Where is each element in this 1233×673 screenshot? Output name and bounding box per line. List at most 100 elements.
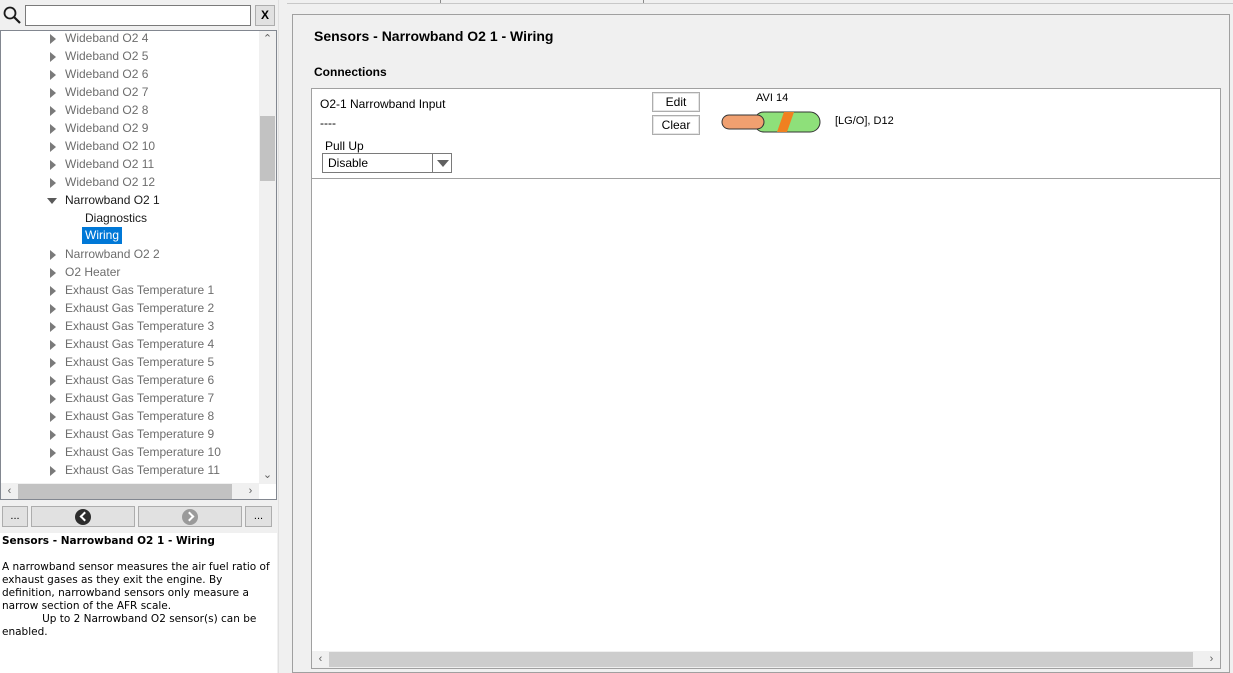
scroll-down-arrow-icon[interactable]: ⌄ <box>259 467 276 484</box>
edit-button[interactable]: Edit <box>652 92 700 112</box>
tree-item-label: Wideband O2 6 <box>65 67 149 81</box>
navigation-panel: X Wideband O2 4 Wideband O2 5 Wideband O2 … <box>0 0 278 673</box>
tree-item[interactable]: Exhaust Gas Temperature 4 <box>1 335 259 353</box>
connections-heading: Connections <box>314 65 387 79</box>
page-title: Sensors - Narrowband O2 1 - Wiring <box>314 28 554 44</box>
tree-item[interactable]: Wideband O2 11 <box>1 155 259 173</box>
tree-item-label: Exhaust Gas Temperature 3 <box>65 319 215 333</box>
chevron-down-icon[interactable] <box>432 154 451 172</box>
scroll-right-arrow-icon[interactable]: › <box>1203 651 1220 668</box>
tree-horizontal-scrollbar[interactable]: ‹ › <box>1 483 259 499</box>
scroll-left-arrow-icon[interactable]: ‹ <box>312 651 329 668</box>
search-icon[interactable] <box>2 5 22 25</box>
tree-item-label: Exhaust Gas Temperature 1 <box>65 283 215 297</box>
tree-item[interactable]: Exhaust Gas Temperature 1 <box>1 281 259 299</box>
back-arrow-icon <box>75 509 91 525</box>
collapsed-arrow-icon[interactable] <box>50 448 56 458</box>
tree-item[interactable]: Wideband O2 4 <box>1 31 259 47</box>
tree-item-label: Wideband O2 12 <box>65 175 156 189</box>
collapsed-arrow-icon[interactable] <box>50 430 56 440</box>
tab-strip <box>287 0 1233 4</box>
collapsed-arrow-icon[interactable] <box>50 268 56 278</box>
tree-item[interactable]: Exhaust Gas Temperature 2 <box>1 299 259 317</box>
pull-up-value: Disable <box>328 156 369 170</box>
collapsed-arrow-icon[interactable] <box>50 52 56 62</box>
collapsed-arrow-icon[interactable] <box>50 340 56 350</box>
tree-item[interactable]: Exhaust Gas Temperature 9 <box>1 425 259 443</box>
collapsed-arrow-icon[interactable] <box>50 142 56 152</box>
clear-search-button[interactable]: X <box>255 5 275 26</box>
content-panel: Sensors - Narrowband O2 1 - Wiring Conne… <box>292 14 1230 673</box>
collapsed-arrow-icon[interactable] <box>50 88 56 98</box>
collapsed-arrow-icon[interactable] <box>50 322 56 332</box>
more-left-button[interactable]: ... <box>2 506 28 527</box>
collapsed-arrow-icon[interactable] <box>50 466 56 476</box>
expanded-arrow-icon[interactable] <box>47 198 57 204</box>
forward-arrow-icon <box>182 509 198 525</box>
collapsed-arrow-icon[interactable] <box>50 124 56 134</box>
tree-vertical-scroll-thumb[interactable] <box>260 116 275 181</box>
collapsed-arrow-icon[interactable] <box>50 394 56 404</box>
tree-item-label: Exhaust Gas Temperature 9 <box>65 427 215 441</box>
back-button[interactable] <box>31 506 135 527</box>
connections-scroll-thumb[interactable] <box>329 652 1193 667</box>
tree-item[interactable]: Exhaust Gas Temperature 3 <box>1 317 259 335</box>
collapsed-arrow-icon[interactable] <box>50 34 56 44</box>
collapsed-arrow-icon[interactable] <box>50 412 56 422</box>
tab-divider <box>440 0 441 3</box>
collapsed-arrow-icon[interactable] <box>50 286 56 296</box>
tree-item[interactable]: Wideband O2 8 <box>1 101 259 119</box>
tree-item[interactable]: Wideband O2 10 <box>1 137 259 155</box>
input-name: O2-1 Narrowband Input <box>320 97 446 111</box>
pull-up-label: Pull Up <box>325 139 364 153</box>
tree-item-label: Narrowband O2 1 <box>65 193 160 207</box>
scroll-right-arrow-icon[interactable]: › <box>242 483 259 499</box>
tree-item[interactable]: Wideband O2 7 <box>1 83 259 101</box>
connection-row: O2-1 Narrowband Input ---- Pull Up Disab… <box>312 89 1220 179</box>
tree-view: Wideband O2 4 Wideband O2 5 Wideband O2 6 W… <box>0 30 277 500</box>
collapsed-arrow-icon[interactable] <box>50 178 56 188</box>
collapsed-arrow-icon[interactable] <box>50 160 56 170</box>
collapsed-arrow-icon[interactable] <box>50 106 56 116</box>
collapsed-arrow-icon[interactable] <box>50 250 56 260</box>
tree-item-label: Wideband O2 10 <box>65 139 156 153</box>
description-title: Sensors - Narrowband O2 1 - Wiring <box>2 535 215 547</box>
tree-item[interactable]: Exhaust Gas Temperature 7 <box>1 389 259 407</box>
more-right-button[interactable]: ... <box>245 506 272 527</box>
tree-item[interactable]: Narrowband O2 2 <box>1 245 259 263</box>
tree-item[interactable]: Wideband O2 12 <box>1 173 259 191</box>
wire-label: AVI 14 <box>756 92 789 104</box>
tree-vertical-scrollbar[interactable]: ⌃ ⌄ <box>259 31 276 484</box>
wire-icon <box>721 111 821 133</box>
tree-item[interactable]: Wideband O2 6 <box>1 65 259 83</box>
collapsed-arrow-icon[interactable] <box>50 376 56 386</box>
tree-item[interactable]: Exhaust Gas Temperature 11 <box>1 461 259 479</box>
tree-item[interactable]: Exhaust Gas Temperature 8 <box>1 407 259 425</box>
collapsed-arrow-icon[interactable] <box>50 304 56 314</box>
clear-button[interactable]: Clear <box>652 115 700 135</box>
tree-item[interactable]: Wideband O2 5 <box>1 47 259 65</box>
tree-item[interactable]: O2 Heater <box>1 263 259 281</box>
connections-horizontal-scrollbar[interactable]: ‹ › <box>312 651 1220 668</box>
tree-item-label: Wideband O2 8 <box>65 103 149 117</box>
panel-splitter[interactable] <box>278 0 287 673</box>
tree-list: Wideband O2 4 Wideband O2 5 Wideband O2 6 W… <box>1 31 259 497</box>
collapsed-arrow-icon[interactable] <box>50 70 56 80</box>
tree-item-label: Exhaust Gas Temperature 11 <box>65 463 220 477</box>
tree-item[interactable]: Wideband O2 9 <box>1 119 259 137</box>
tree-horizontal-scroll-thumb[interactable] <box>18 484 232 499</box>
connections-list: O2-1 Narrowband Input ---- Pull Up Disab… <box>311 88 1221 669</box>
tree-item[interactable]: Narrowband O2 1 <box>1 191 259 209</box>
scroll-up-arrow-icon[interactable]: ⌃ <box>259 31 276 48</box>
tree-item[interactable]: Exhaust Gas Temperature 10 <box>1 443 259 461</box>
search-input[interactable] <box>25 5 251 26</box>
tree-item[interactable]: Diagnostics <box>1 209 259 227</box>
tree-item[interactable]: Exhaust Gas Temperature 6 <box>1 371 259 389</box>
scroll-left-arrow-icon[interactable]: ‹ <box>1 483 18 499</box>
pull-up-dropdown[interactable]: Disable <box>322 153 452 173</box>
tree-item[interactable]: Wiring <box>1 227 259 245</box>
collapsed-arrow-icon[interactable] <box>50 358 56 368</box>
forward-button[interactable] <box>138 506 242 527</box>
tree-item[interactable]: Exhaust Gas Temperature 5 <box>1 353 259 371</box>
tree-item-label: Exhaust Gas Temperature 5 <box>65 355 215 369</box>
